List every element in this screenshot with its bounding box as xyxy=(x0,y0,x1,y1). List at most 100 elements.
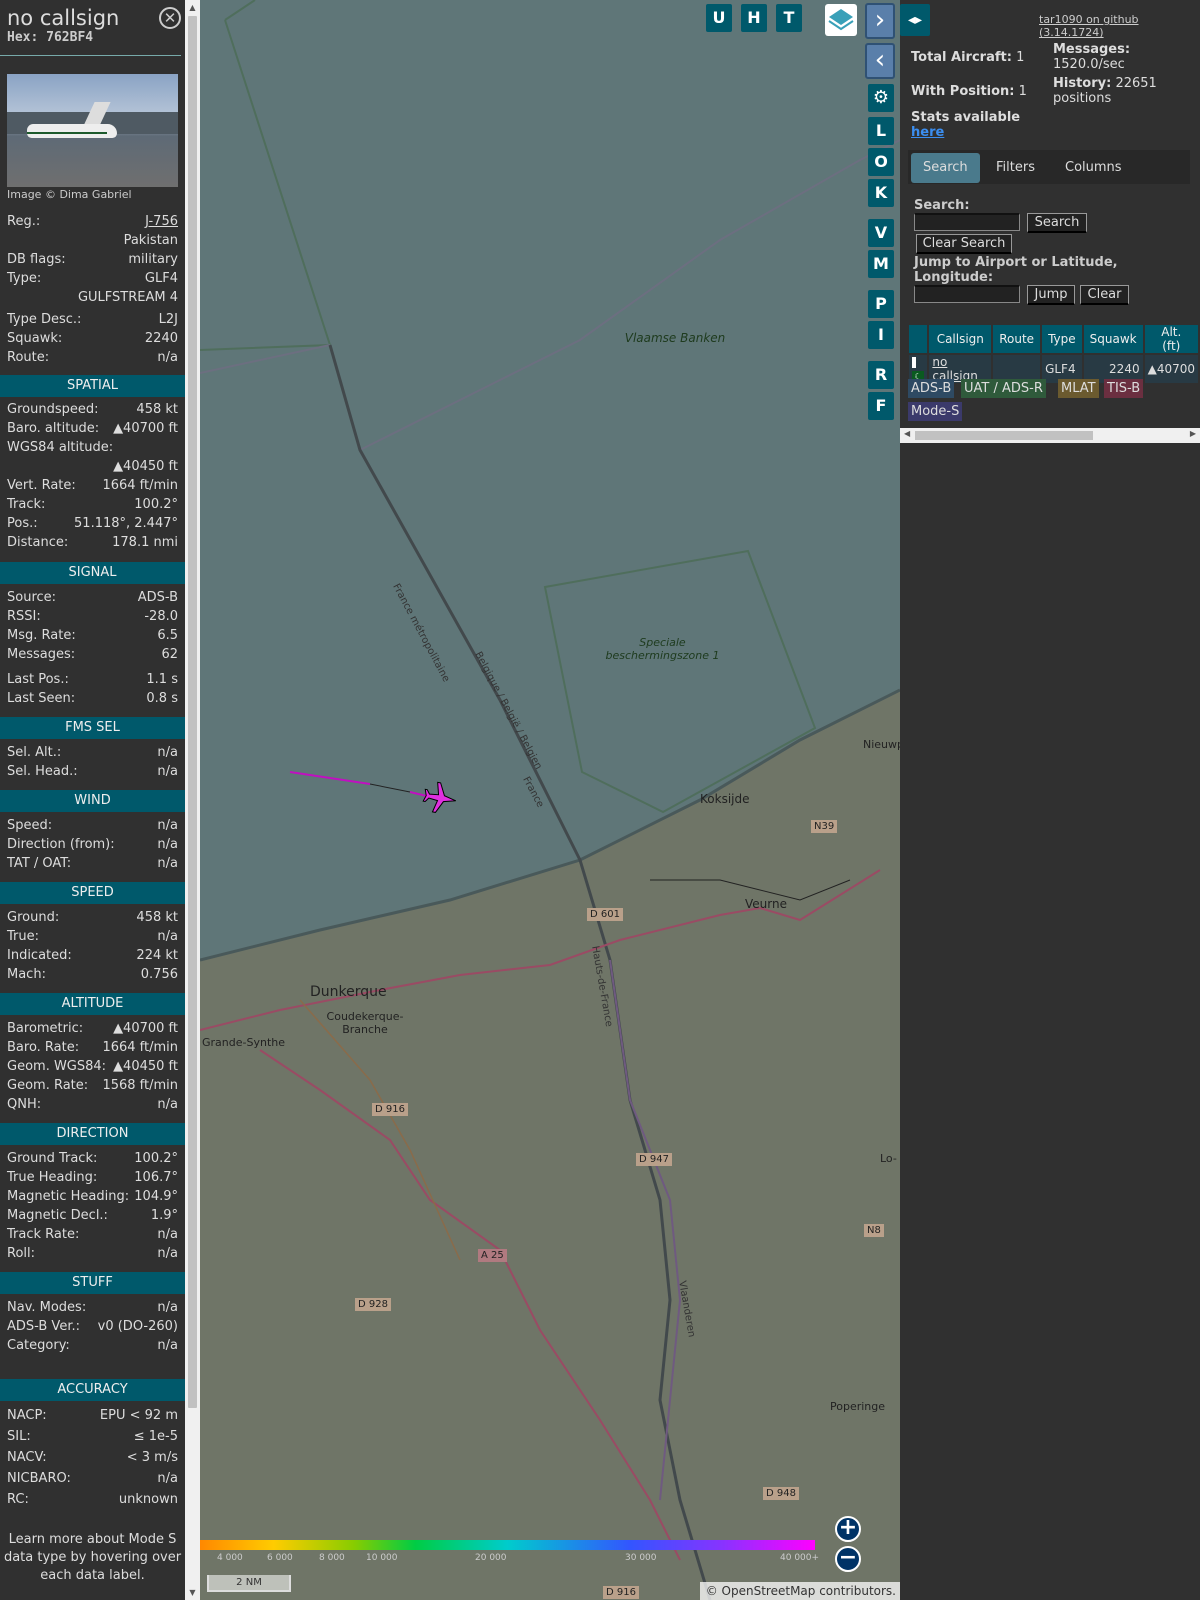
stat-messages: Messages: 1520.0/sec xyxy=(1053,42,1193,72)
typedesc-row: Type Desc.: L2J xyxy=(7,312,178,330)
stats-here-link[interactable]: here xyxy=(911,125,944,140)
search-button[interactable]: Search xyxy=(1027,213,1087,233)
scroll-up-icon[interactable]: ▲ xyxy=(185,0,200,15)
github-link[interactable]: tar1090 on github (3.14.1724) xyxy=(1039,13,1200,39)
button-i[interactable]: I xyxy=(868,321,894,349)
altitude-row: QNH: n/a xyxy=(7,1097,178,1115)
hscroll-thumb[interactable] xyxy=(915,431,1093,440)
stuff-value: n/a xyxy=(157,1338,178,1353)
altitude-label: QNH: xyxy=(7,1097,42,1112)
clear-search-button[interactable]: Clear Search xyxy=(916,234,1012,254)
scroll-thumb[interactable] xyxy=(188,16,197,1408)
col-flag[interactable] xyxy=(909,325,928,353)
toggle-sidebar-icon[interactable]: ◂▸ xyxy=(900,4,930,36)
button-r[interactable]: R xyxy=(868,361,894,389)
button-f[interactable]: F xyxy=(868,392,894,420)
col-type[interactable]: Type xyxy=(1042,325,1082,353)
altitude-row: Geom. WGS84: ▲40450 ft xyxy=(7,1059,178,1077)
button-p[interactable]: P xyxy=(868,290,894,318)
zoom-out-icon[interactable]: − xyxy=(835,1546,861,1572)
chevron-right-icon[interactable]: › xyxy=(865,3,895,39)
source-adsb[interactable]: ADS-B xyxy=(908,379,955,398)
row-alt: ▲40700 xyxy=(1144,355,1198,383)
button-k[interactable]: K xyxy=(868,179,894,207)
spatial-label: WGS84 altitude: xyxy=(7,440,114,455)
section-fms[interactable]: FMS SEL xyxy=(0,717,185,739)
close-icon[interactable]: ✕ xyxy=(159,7,181,29)
signal-row: Msg. Rate: 6.5 xyxy=(7,628,178,646)
zoom-in-icon[interactable]: + xyxy=(835,1516,861,1542)
settings-gear-icon[interactable]: ⚙ xyxy=(868,84,894,112)
signal-value: -28.0 xyxy=(144,609,178,624)
search-input[interactable] xyxy=(914,213,1020,231)
accuracy-label: NICBARO: xyxy=(7,1471,71,1486)
wind-value: n/a xyxy=(157,837,178,852)
history-label: History: xyxy=(1053,76,1112,91)
section-speed[interactable]: SPEED xyxy=(0,882,185,904)
stuff-label: Nav. Modes: xyxy=(7,1300,87,1315)
tab-filters[interactable]: Filters xyxy=(984,153,1047,183)
source-uat[interactable]: UAT / ADS-R xyxy=(961,379,1046,398)
section-altitude[interactable]: ALTITUDE xyxy=(0,993,185,1015)
section-accuracy[interactable]: ACCURACY xyxy=(0,1379,185,1401)
button-t[interactable]: T xyxy=(776,4,802,32)
section-spatial[interactable]: SPATIAL xyxy=(0,375,185,397)
scroll-left-icon[interactable]: ◀ xyxy=(904,429,910,438)
button-v[interactable]: V xyxy=(868,219,894,247)
tab-search[interactable]: Search xyxy=(911,153,980,183)
section-direction[interactable]: DIRECTION xyxy=(0,1123,185,1145)
reg-link[interactable]: J-756 xyxy=(145,214,178,229)
section-stuff[interactable]: STUFF xyxy=(0,1272,185,1294)
col-squawk[interactable]: Squawk xyxy=(1083,325,1143,353)
scroll-right-icon[interactable]: ▶ xyxy=(1190,429,1196,438)
spatial-row: WGS84 altitude: xyxy=(7,440,178,458)
button-u[interactable]: U xyxy=(706,4,732,32)
map-attribution[interactable]: © OpenStreetMap contributors. xyxy=(700,1582,900,1600)
left-panel-scrollbar[interactable]: ▲ ▼ xyxy=(185,0,200,1600)
tick-10000: 10 000 xyxy=(366,1553,398,1563)
button-h[interactable]: H xyxy=(741,4,767,32)
direction-row: Magnetic Decl.: 1.9° xyxy=(7,1208,178,1226)
wind-row: TAT / OAT: n/a xyxy=(7,856,178,874)
button-l[interactable]: L xyxy=(868,117,894,145)
accuracy-value: ≤ 1e-5 xyxy=(133,1429,178,1444)
tick-30000: 30 000 xyxy=(625,1553,657,1563)
signal-label: Last Seen: xyxy=(7,691,76,706)
stuff-row: Category: n/a xyxy=(7,1338,178,1356)
button-o[interactable]: O xyxy=(868,148,894,176)
fms-row: Sel. Head.: n/a xyxy=(7,764,178,782)
typedesc-value: L2J xyxy=(158,312,178,327)
chevron-left-icon[interactable]: ‹ xyxy=(865,43,895,79)
messages-value: 1520.0/sec xyxy=(1053,57,1125,72)
type-full-value: GULFSTREAM 4 xyxy=(77,290,178,305)
col-callsign[interactable]: Callsign xyxy=(929,325,992,353)
stuff-value: n/a xyxy=(157,1300,178,1315)
source-mlat[interactable]: MLAT xyxy=(1058,379,1099,398)
map-canvas[interactable]: Vlaamse Banken Speciale beschermingszone… xyxy=(200,0,900,1600)
jump-input[interactable] xyxy=(914,285,1020,303)
table-hscrollbar[interactable]: ◀ ▶ xyxy=(900,428,1200,443)
label-dunkerque: Dunkerque xyxy=(310,984,387,1000)
col-alt[interactable]: Alt. (ft) xyxy=(1144,325,1198,353)
aircraft-photo[interactable] xyxy=(7,74,178,187)
accuracy-value: EPU < 92 m xyxy=(99,1408,178,1423)
jump-button[interactable]: Jump xyxy=(1027,285,1075,305)
section-signal[interactable]: SIGNAL xyxy=(0,562,185,584)
speed-value: 0.756 xyxy=(140,967,178,982)
direction-value: 104.9° xyxy=(134,1189,178,1204)
signal-value: 62 xyxy=(161,647,178,662)
country-row: Pakistan xyxy=(7,233,178,251)
source-modes[interactable]: Mode-S xyxy=(908,402,963,421)
spatial-value: 178.1 nmi xyxy=(112,535,178,550)
button-m[interactable]: M xyxy=(868,250,894,278)
source-tisb[interactable]: TIS-B xyxy=(1104,379,1144,398)
scroll-down-icon[interactable]: ▼ xyxy=(185,1585,200,1600)
signal-row: Last Seen: 0.8 s xyxy=(7,691,178,709)
tab-columns[interactable]: Columns xyxy=(1053,153,1134,183)
dbflags-value: military xyxy=(128,252,178,267)
section-wind[interactable]: WIND xyxy=(0,790,185,812)
layers-icon[interactable] xyxy=(825,4,857,36)
reg-label: Reg.: xyxy=(7,214,41,229)
clear-button[interactable]: Clear xyxy=(1080,285,1129,305)
col-route[interactable]: Route xyxy=(993,325,1041,353)
